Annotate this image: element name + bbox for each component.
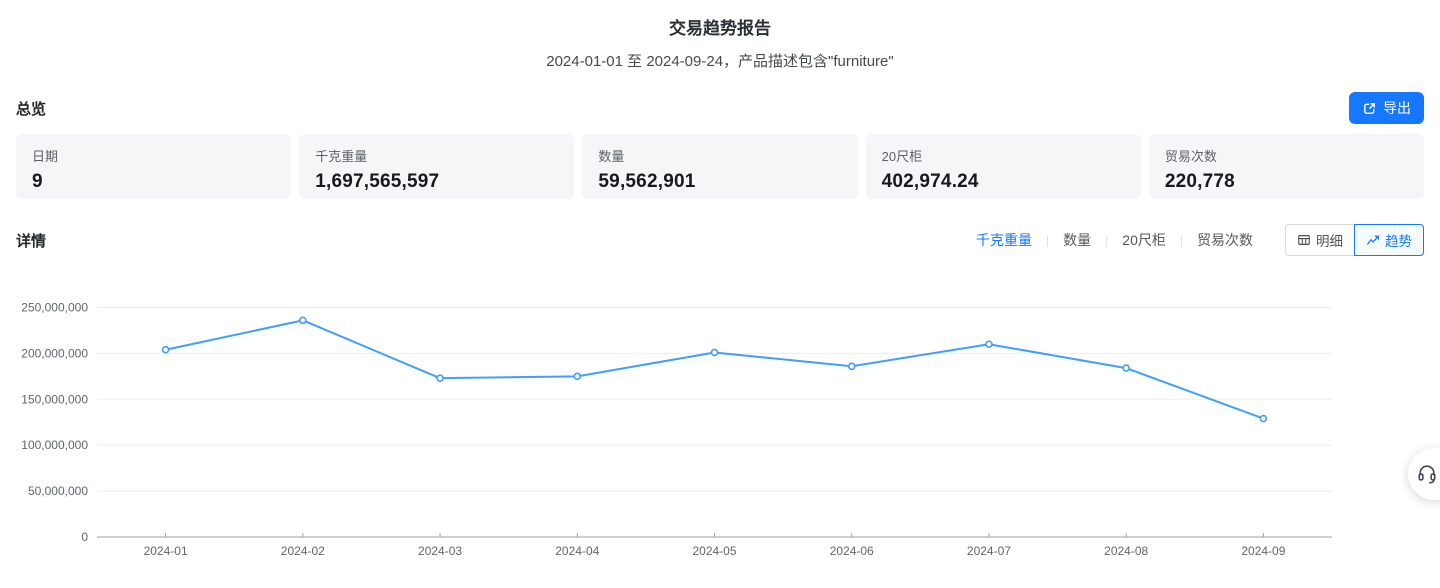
stat-card-label: 数量 (598, 146, 841, 165)
page-title: 交易趋势报告 (0, 14, 1440, 39)
detail-controls: 千克重量 | 数量 | 20尺柜 | 贸易次数 明细 (974, 224, 1424, 256)
stat-card-label: 日期 (32, 146, 275, 165)
page-subtitle: 2024-01-01 至 2024-09-24，产品描述包含"furniture… (0, 50, 1440, 71)
stat-card-value: 402,974.24 (882, 171, 1125, 193)
headset-icon (1416, 463, 1438, 485)
svg-text:150,000,000: 150,000,000 (21, 392, 88, 406)
svg-text:2024-04: 2024-04 (555, 544, 599, 558)
metric-tab-weight[interactable]: 千克重量 (974, 230, 1034, 250)
svg-text:2024-06: 2024-06 (830, 544, 874, 558)
svg-text:2024-05: 2024-05 (692, 544, 736, 558)
stat-card-weight: 千克重量 1,697,565,597 (299, 134, 574, 199)
svg-text:2024-07: 2024-07 (967, 544, 1011, 558)
stat-card-value: 1,697,565,597 (315, 171, 558, 193)
metric-tab-trades[interactable]: 贸易次数 (1195, 230, 1255, 250)
stat-card-label: 20尺柜 (882, 146, 1125, 165)
trend-chart-svg: 250,000,000 200,000,000 150,000,000 100,000… (0, 268, 1440, 568)
trend-view-label: 趋势 (1385, 230, 1412, 250)
svg-text:2024-02: 2024-02 (281, 544, 325, 558)
detail-view-button[interactable]: 明细 (1285, 224, 1355, 256)
stat-card-value: 220,778 (1165, 171, 1408, 193)
overview-bar: 总览 导出 (0, 92, 1440, 124)
overview-cards: 日期 9 千克重量 1,697,565,597 数量 59,562,901 20… (16, 134, 1424, 199)
svg-text:2024-01: 2024-01 (144, 544, 188, 558)
svg-text:2024-03: 2024-03 (418, 544, 462, 558)
detail-heading: 详情 (16, 230, 46, 251)
stat-card-teu: 20尺柜 402,974.24 (866, 134, 1141, 199)
export-button[interactable]: 导出 (1349, 92, 1424, 124)
tab-divider: | (1046, 233, 1049, 247)
detail-bar: 详情 千克重量 | 数量 | 20尺柜 | 贸易次数 明细 (0, 224, 1440, 256)
svg-text:250,000,000: 250,000,000 (21, 301, 88, 315)
svg-text:100,000,000: 100,000,000 (21, 438, 88, 452)
tab-divider: | (1180, 233, 1183, 247)
overview-heading: 总览 (16, 98, 46, 119)
stat-card-date: 日期 9 (16, 134, 291, 199)
metric-tab-teu[interactable]: 20尺柜 (1120, 230, 1168, 250)
export-icon (1362, 101, 1377, 116)
stat-card-value: 59,562,901 (598, 171, 841, 193)
stat-card-value: 9 (32, 171, 275, 193)
export-button-label: 导出 (1383, 98, 1411, 118)
svg-text:2024-08: 2024-08 (1104, 544, 1148, 558)
trend-view-button[interactable]: 趋势 (1354, 224, 1424, 256)
svg-text:50,000,000: 50,000,000 (28, 484, 88, 498)
detail-view-label: 明细 (1316, 230, 1343, 250)
metric-tabs: 千克重量 | 数量 | 20尺柜 | 贸易次数 (974, 230, 1255, 250)
svg-text:0: 0 (81, 530, 88, 544)
metric-tab-quantity[interactable]: 数量 (1061, 230, 1093, 250)
view-toggle: 明细 趋势 (1285, 224, 1424, 256)
stat-card-label: 千克重量 (315, 146, 558, 165)
stat-card-quantity: 数量 59,562,901 (582, 134, 857, 199)
line-chart-icon (1366, 233, 1380, 247)
table-icon (1297, 233, 1311, 247)
tab-divider: | (1105, 233, 1108, 247)
trend-chart[interactable]: 250,000,000 200,000,000 150,000,000 100,000… (0, 268, 1440, 568)
stat-card-label: 贸易次数 (1165, 146, 1408, 165)
svg-text:200,000,000: 200,000,000 (21, 346, 88, 360)
svg-text:2024-09: 2024-09 (1241, 544, 1285, 558)
stat-card-trades: 贸易次数 220,778 (1149, 134, 1424, 199)
